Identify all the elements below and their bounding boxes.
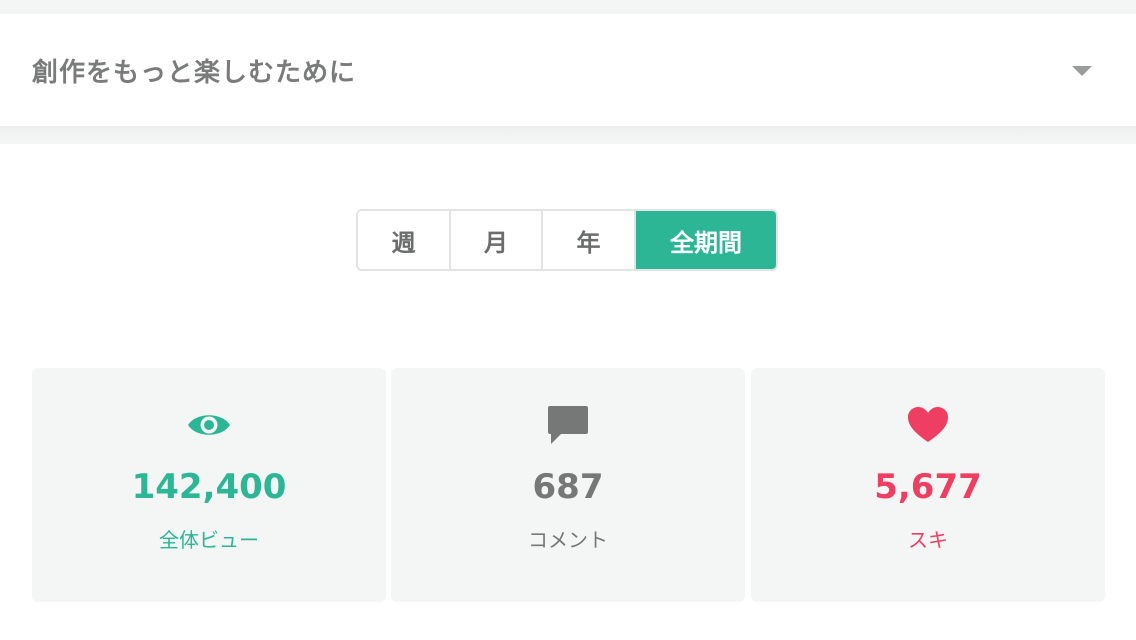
top-strip xyxy=(0,0,1136,14)
period-tab-all-time[interactable]: 全期間 xyxy=(636,211,776,269)
stat-label-views: 全体ビュー xyxy=(159,528,259,552)
stat-label-comments: コメント xyxy=(528,528,608,552)
stat-card-comments: 687 コメント xyxy=(391,368,745,602)
stat-label-likes: スキ xyxy=(908,528,948,552)
section-header-toggle[interactable]: 創作をもっと楽しむために xyxy=(0,14,1136,126)
period-tab-week[interactable]: 週 xyxy=(358,211,451,269)
period-selector: 週 月 年 全期間 xyxy=(356,209,778,271)
comment-icon xyxy=(545,404,591,446)
stat-card-likes: 5,677 スキ xyxy=(751,368,1105,602)
stat-value-comments: 687 xyxy=(532,467,604,507)
stat-value-views: 142,400 xyxy=(131,467,287,507)
stat-value-likes: 5,677 xyxy=(874,467,982,507)
section-title: 創作をもっと楽しむために xyxy=(32,57,357,88)
stat-card-views: 142,400 全体ビュー xyxy=(32,368,386,602)
header-divider xyxy=(0,126,1136,144)
heart-icon xyxy=(905,404,951,446)
eye-icon xyxy=(186,404,232,446)
period-tab-year[interactable]: 年 xyxy=(543,211,636,269)
period-tab-month[interactable]: 月 xyxy=(451,211,543,269)
chevron-down-icon[interactable] xyxy=(1072,66,1092,76)
